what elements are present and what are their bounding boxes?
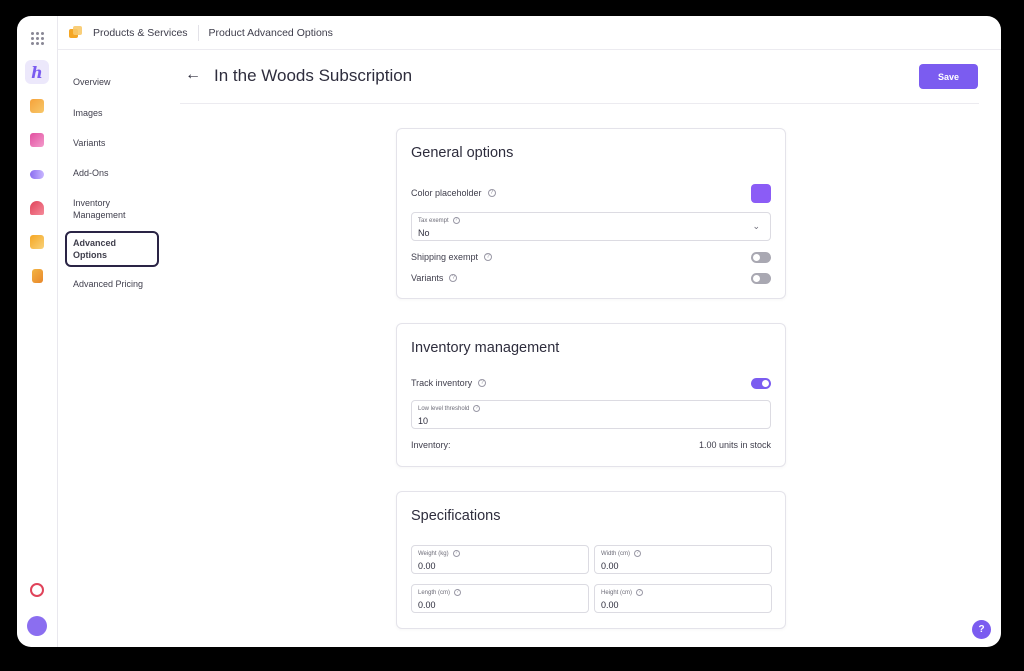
help-icon[interactable]: ? — [449, 274, 458, 282]
low-level-threshold-field[interactable]: Low level threshold? 10 — [411, 400, 771, 429]
nav-item-add-ons[interactable]: Add-Ons — [65, 162, 175, 184]
card-title: Inventory management — [411, 340, 560, 356]
help-icon[interactable]: ? — [473, 405, 481, 412]
field-value: 10 — [418, 416, 429, 426]
field-label: Length (cm) — [418, 589, 451, 596]
card-title: General options — [411, 145, 514, 161]
field-label: Height (cm) — [601, 589, 633, 596]
page-title: In the Woods Subscription — [214, 66, 413, 85]
card-title: Specifications — [411, 508, 501, 524]
help-icon[interactable]: ? — [484, 253, 493, 261]
field-value: 0.00 — [418, 600, 436, 610]
help-icon[interactable]: ? — [487, 189, 496, 197]
apps-grid-icon[interactable] — [25, 26, 49, 50]
inventory-management-card: Inventory management Track inventory? Lo… — [396, 323, 786, 467]
billing-icon[interactable] — [25, 578, 49, 602]
breadcrumb-current-page: Product Advanced Options — [208, 26, 333, 39]
app-window: h Products & Services Product Advanced O… — [17, 16, 1001, 647]
products-icon[interactable] — [25, 94, 49, 118]
length-field[interactable]: Length (cm)? 0.00 — [411, 584, 589, 613]
general-options-card: General options Color placeholder? Tax e… — [396, 128, 786, 299]
help-icon[interactable]: ? — [636, 589, 644, 596]
products-icon — [69, 25, 83, 40]
nav-item-overview[interactable]: Overview — [65, 71, 175, 93]
documents-icon[interactable] — [25, 128, 49, 152]
weight-field[interactable]: Weight (kg)? 0.00 — [411, 545, 589, 574]
nav-item-advanced-pricing[interactable]: Advanced Pricing — [65, 273, 175, 295]
field-value: 0.00 — [601, 600, 619, 610]
inventory-stock-value: 1.00 units in stock — [698, 440, 771, 450]
variants-label: Variants — [411, 273, 444, 283]
chevron-down-icon: ⌄ — [752, 221, 760, 231]
shipping-exempt-label: Shipping exempt — [411, 252, 479, 262]
help-icon[interactable]: ? — [454, 589, 462, 596]
shipping-exempt-toggle[interactable] — [751, 251, 771, 263]
field-label: Tax exempt — [418, 217, 449, 224]
track-inventory-label: Track inventory — [411, 378, 473, 388]
help-icon[interactable]: ? — [634, 550, 641, 557]
reports-icon[interactable] — [25, 264, 49, 288]
specifications-card: Specifications Weight (kg)? 0.00 Width (… — [396, 491, 786, 629]
help-icon[interactable]: ? — [452, 550, 460, 557]
color-placeholder-label: Color placeholder — [411, 188, 482, 198]
help-button[interactable]: ? — [972, 620, 991, 639]
app-rail: h — [17, 16, 58, 647]
save-button[interactable]: Save — [919, 64, 978, 89]
nav-item-inventory-management[interactable]: Inventory Management — [65, 192, 145, 226]
breadcrumb-divider — [197, 24, 199, 41]
field-value: 0.00 — [601, 561, 619, 571]
height-field[interactable]: Height (cm)? 0.00 — [594, 584, 772, 613]
breadcrumb-products-services[interactable]: Products & Services — [93, 27, 188, 39]
color-swatch[interactable] — [751, 183, 771, 203]
page-header: ← In the Woods Subscription Save — [180, 50, 979, 104]
avatar[interactable] — [25, 614, 49, 638]
field-label: Weight (kg) — [418, 550, 449, 557]
nav-item-variants[interactable]: Variants — [65, 132, 175, 154]
breadcrumb: Products & Services Product Advanced Opt… — [58, 16, 1001, 50]
track-inventory-toggle[interactable] — [751, 377, 771, 389]
marketing-icon[interactable] — [25, 196, 49, 220]
arrow-left-icon[interactable]: ← — [185, 66, 201, 84]
field-value: 0.00 — [418, 561, 436, 571]
field-label: Width (cm) — [601, 550, 630, 557]
inventory-label: Inventory: — [411, 440, 451, 450]
brand-logo-icon[interactable]: h — [25, 60, 49, 84]
payments-icon[interactable] — [25, 162, 49, 186]
variants-toggle[interactable] — [751, 272, 771, 284]
help-icon[interactable]: ? — [478, 379, 487, 387]
field-label: Low level threshold — [418, 405, 470, 412]
orders-icon[interactable] — [25, 230, 49, 254]
help-icon[interactable]: ? — [452, 217, 460, 224]
field-value: No — [418, 228, 430, 238]
tax-exempt-select[interactable]: Tax exempt? No ⌄ — [411, 212, 771, 241]
nav-item-advanced-options[interactable]: Advanced Options — [65, 231, 159, 267]
width-field[interactable]: Width (cm)? 0.00 — [594, 545, 772, 574]
nav-item-images[interactable]: Images — [65, 102, 175, 124]
section-nav: Overview Images Variants Add-Ons Invento… — [65, 66, 175, 299]
